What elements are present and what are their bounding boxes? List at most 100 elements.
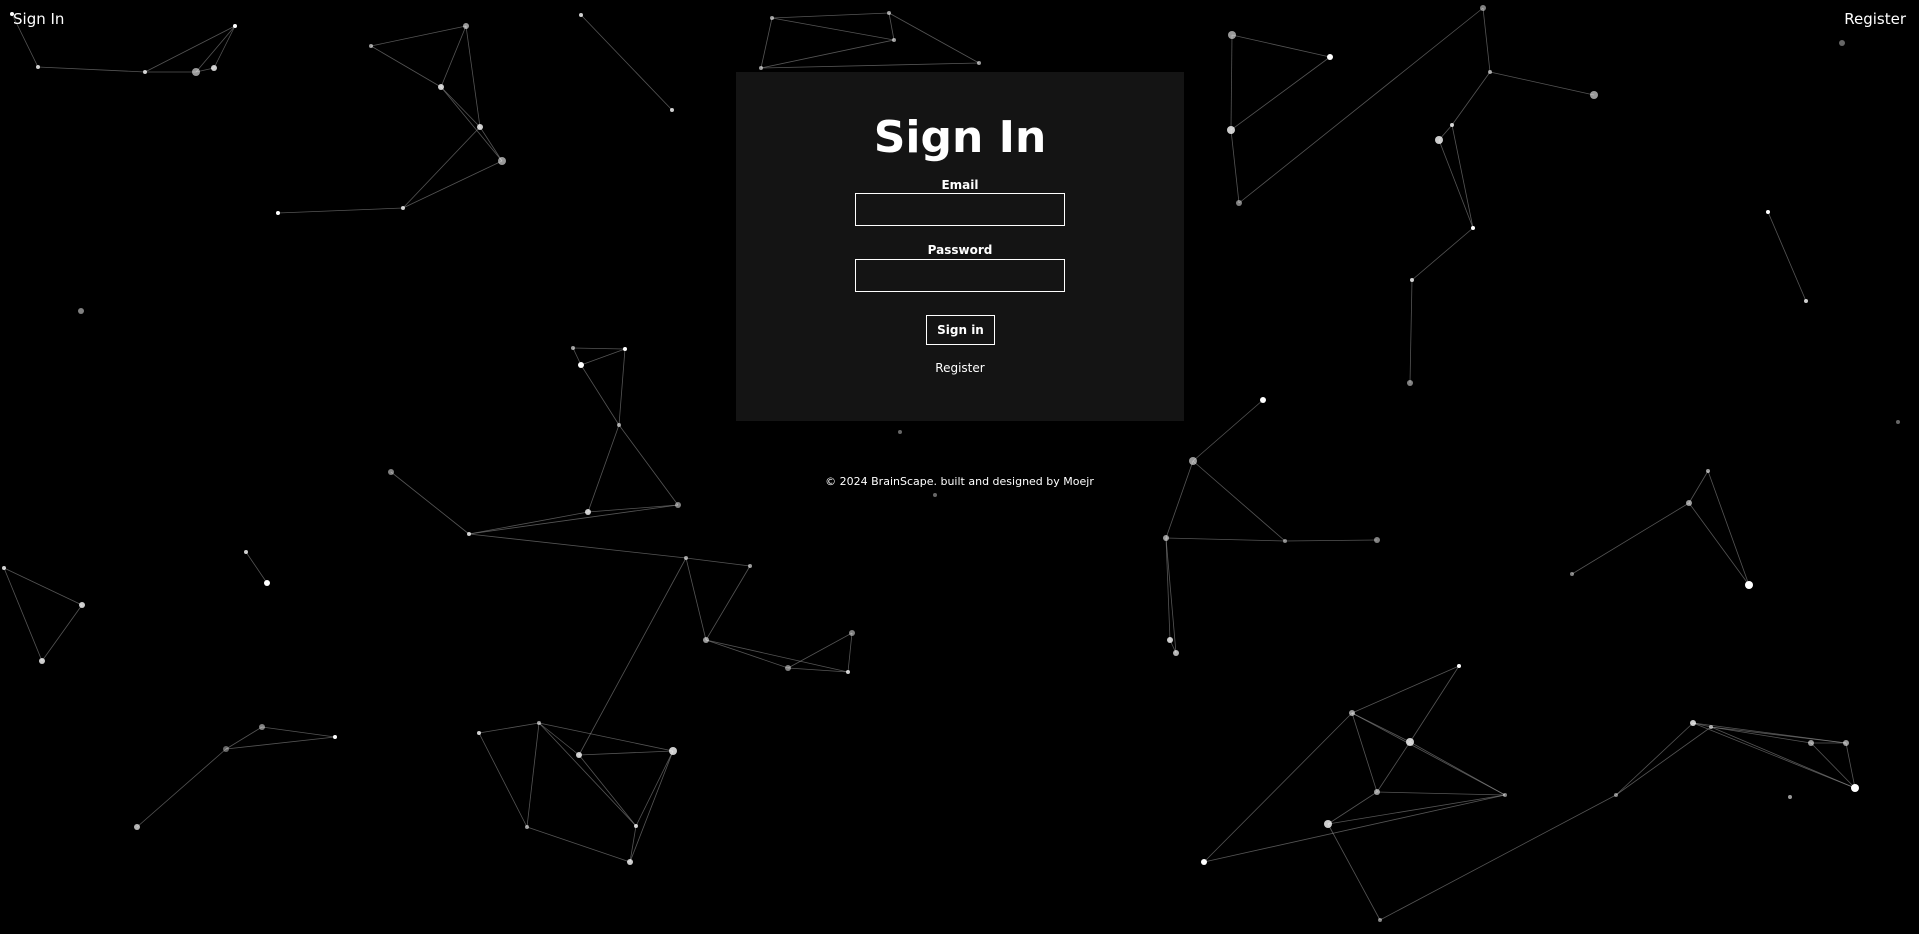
network-edge: [760, 17, 773, 69]
network-node: [134, 824, 140, 830]
network-node: [143, 70, 147, 74]
network-node: [259, 724, 265, 730]
network-edge: [478, 732, 528, 828]
network-edge: [1451, 124, 1474, 229]
network-node: [578, 362, 584, 368]
network-edge: [847, 632, 853, 673]
network-edge: [3, 567, 43, 662]
network-edge: [1192, 399, 1264, 462]
network-edge: [572, 347, 626, 350]
network-edge: [771, 17, 895, 41]
network-node: [1614, 793, 1618, 797]
network-edge: [1845, 742, 1856, 789]
network-edge: [1230, 34, 1233, 131]
network-edge: [37, 66, 146, 73]
network-node: [39, 658, 45, 664]
network-node: [276, 211, 280, 215]
network-edge: [370, 25, 467, 47]
network-node: [2, 566, 6, 570]
network-node: [1327, 54, 1333, 60]
network-edge: [1231, 34, 1331, 58]
network-edge: [41, 604, 83, 662]
network-edge: [1489, 71, 1595, 96]
network-edge: [465, 25, 481, 128]
network-edge: [1376, 741, 1411, 793]
network-node: [849, 630, 855, 636]
network-node: [759, 66, 763, 70]
network-node: [669, 747, 677, 755]
network-node: [1167, 637, 1173, 643]
network-node: [1201, 859, 1207, 865]
network-node: [233, 24, 237, 28]
nav-register-link[interactable]: Register: [1844, 10, 1906, 28]
password-label: Password: [927, 243, 993, 257]
network-edge: [402, 126, 481, 209]
network-edge: [705, 639, 849, 673]
network-node: [1450, 123, 1454, 127]
network-node: [78, 308, 84, 314]
network-edge: [468, 504, 679, 535]
network-node: [1374, 789, 1380, 795]
network-node: [438, 84, 444, 90]
network-edge: [440, 25, 467, 88]
nav-sign-in-link[interactable]: Sign In: [13, 10, 64, 28]
network-edge: [1710, 726, 1812, 744]
network-edge: [1379, 794, 1617, 921]
network-node: [977, 61, 981, 65]
network-node: [1260, 397, 1266, 403]
network-edge: [1165, 460, 1194, 539]
network-edge: [1351, 665, 1460, 714]
network-node: [1378, 918, 1382, 922]
network-node: [571, 346, 575, 350]
network-edge: [1376, 791, 1506, 796]
network-edge: [1615, 726, 1712, 796]
sign-in-button[interactable]: Sign in: [926, 315, 995, 345]
network-node: [369, 44, 373, 48]
network-node: [467, 532, 471, 536]
email-field[interactable]: [855, 193, 1065, 226]
network-node: [1690, 720, 1696, 726]
network-edge: [526, 826, 631, 863]
network-edge: [136, 748, 227, 828]
network-edge: [3, 567, 83, 606]
network-edge: [1351, 712, 1506, 796]
network-node: [463, 23, 469, 29]
network-node: [1808, 740, 1814, 746]
network-edge: [1165, 537, 1177, 654]
network-node: [525, 825, 529, 829]
network-edge: [440, 86, 481, 128]
network-edge: [578, 557, 687, 756]
network-node: [211, 65, 217, 71]
network-node: [1435, 136, 1443, 144]
network-node: [1283, 539, 1287, 543]
network-edge: [1203, 794, 1506, 863]
network-edge: [1767, 211, 1807, 302]
network-node: [585, 509, 591, 515]
network-edge: [1571, 502, 1690, 575]
network-node: [579, 13, 583, 17]
network-node: [79, 602, 85, 608]
network-edge: [635, 750, 674, 827]
network-edge: [1165, 537, 1171, 641]
network-edge: [479, 126, 503, 162]
network-edge: [888, 12, 895, 41]
network-edge: [1409, 279, 1413, 384]
register-link[interactable]: Register: [736, 361, 1184, 375]
network-node: [333, 735, 337, 739]
network-edge: [760, 62, 980, 69]
network-edge: [468, 533, 687, 559]
network-edge: [1192, 460, 1286, 542]
network-node: [1745, 581, 1753, 589]
network-node: [244, 550, 248, 554]
network-node: [264, 580, 270, 586]
password-field[interactable]: [855, 259, 1065, 292]
network-edge: [538, 722, 580, 756]
network-node: [1503, 793, 1507, 797]
network-edge: [1688, 502, 1750, 586]
network-node: [1457, 664, 1461, 668]
sign-in-card: Sign In Email Password Sign in Register: [736, 72, 1184, 421]
network-node: [1706, 469, 1710, 473]
network-node: [846, 670, 850, 674]
network-node: [1471, 226, 1475, 230]
network-node: [1228, 31, 1236, 39]
